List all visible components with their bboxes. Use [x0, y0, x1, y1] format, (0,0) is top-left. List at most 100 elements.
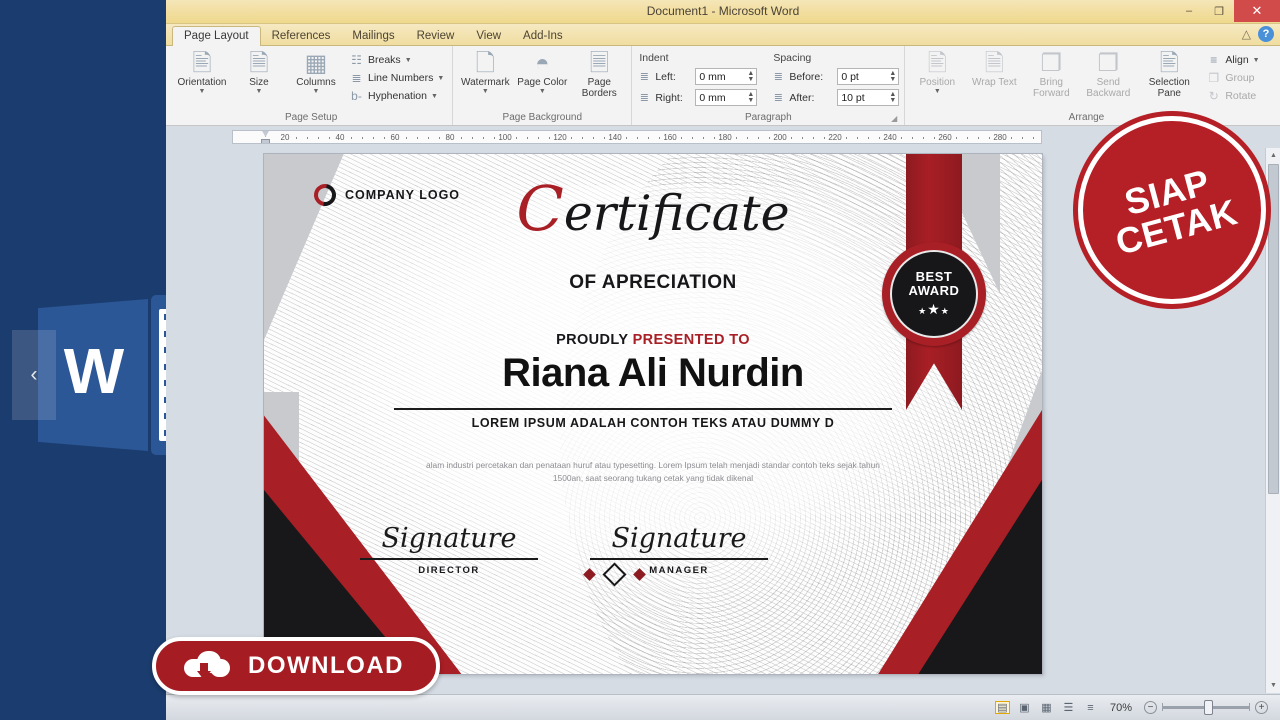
size-button[interactable]: 🗎 Size ▼	[232, 48, 286, 96]
outline-view-icon[interactable]: ☰	[1061, 701, 1076, 714]
rotate-button[interactable]: ↻ Rotate	[1203, 88, 1262, 104]
send-backward-label: Send Backward	[1086, 77, 1131, 99]
position-button[interactable]: 🖹 Position ▼	[910, 48, 964, 96]
ruler-minor-tick	[538, 137, 539, 139]
ruler-tick: 180	[718, 133, 732, 142]
ruler-minor-tick	[472, 137, 473, 139]
columns-button[interactable]: ▦ Columns ▼	[289, 48, 343, 96]
spacing-before-row: ≣ Before: 0 pt ▲ ▼	[771, 68, 900, 85]
size-icon: 🗎	[249, 50, 269, 77]
help-icon[interactable]: ?	[1258, 26, 1274, 42]
ruler-minor-tick	[604, 137, 605, 139]
page-borders-icon: 🗏	[589, 50, 609, 77]
minimize-button[interactable]: –	[1174, 0, 1204, 22]
draft-view-icon[interactable]: ≡	[1083, 701, 1098, 714]
scroll-up-icon[interactable]: ▲	[1266, 148, 1280, 163]
chevron-down-icon: ▼	[933, 88, 941, 95]
zoom-in-button[interactable]: +	[1255, 701, 1268, 714]
orientation-button[interactable]: 🖹 Orientation ▼	[175, 48, 229, 96]
chevron-left-icon: ‹	[30, 363, 38, 386]
align-button[interactable]: ≡ Align ▼	[1203, 52, 1262, 68]
spacing-before-input[interactable]: 0 pt ▲ ▼	[837, 68, 900, 85]
tab-mailings[interactable]: Mailings	[341, 27, 405, 46]
certificate-subtitle: OF APRECIATION	[569, 272, 737, 293]
indent-marker-bottom-icon[interactable]	[261, 139, 270, 143]
zoom-level-label[interactable]: 70%	[1110, 702, 1132, 714]
web-layout-view-icon[interactable]: ▦	[1039, 701, 1054, 714]
chevron-down-icon: ▼	[404, 56, 412, 64]
page-borders-button[interactable]: 🗏 Page Borders	[572, 48, 626, 100]
indent-left-input[interactable]: 0 mm ▲ ▼	[695, 68, 758, 85]
zoom-out-button[interactable]: −	[1144, 701, 1157, 714]
ruler-minor-tick	[1033, 137, 1034, 139]
spinner-arrows-icon[interactable]: ▲ ▼	[889, 69, 896, 84]
tab-add-ins[interactable]: Add-Ins	[512, 27, 574, 46]
horizontal-ruler[interactable]: 20 40 60 80 100 120 140 160 180 200 220 240 260 280	[232, 130, 1042, 144]
spinner-arrows-icon[interactable]: ▲ ▼	[747, 69, 754, 84]
tab-review[interactable]: Review	[406, 27, 466, 46]
restore-button[interactable]: ❐	[1204, 0, 1234, 22]
page-color-label: Page Color	[517, 77, 568, 88]
group-icon: ❐	[1208, 71, 1220, 85]
ribbon-group-page-background: 🗋 Watermark ▼ ◓ Page Color ▼ 🗏 Page Bord…	[453, 46, 633, 125]
hyphenation-button[interactable]: b‐ Hyphenation ▼	[346, 88, 447, 104]
ruler-tick: 20	[280, 133, 290, 142]
zoom-thumb[interactable]	[1204, 700, 1213, 715]
print-layout-view-icon[interactable]: ▤	[994, 701, 1010, 714]
document-page[interactable]: BEST AWARD ★★★ COMPANY LOGO Certificate …	[264, 154, 1042, 674]
tab-references[interactable]: References	[261, 27, 342, 46]
breaks-button[interactable]: ☷ Breaks ▼	[346, 52, 447, 68]
window-controls: – ❐ ✕	[1174, 0, 1280, 24]
signature-role-director: DIRECTOR	[418, 564, 480, 576]
line-numbers-button[interactable]: ≣ Line Numbers ▼	[346, 70, 447, 86]
spinner-arrows-icon[interactable]: ▲ ▼	[889, 90, 896, 105]
ruler-minor-tick	[736, 137, 737, 139]
spacing-header: Spacing	[773, 52, 812, 64]
scroll-down-icon[interactable]: ▼	[1266, 678, 1280, 693]
zoom-track[interactable]	[1162, 700, 1250, 715]
bring-forward-icon: ❐	[1040, 50, 1063, 77]
chevron-down-icon: ▼	[1252, 56, 1260, 64]
nav-previous-button[interactable]: ‹	[12, 330, 56, 420]
scrollbar-thumb[interactable]	[1268, 164, 1279, 494]
ruler-tick: 220	[828, 133, 842, 142]
indent-marker-top-icon[interactable]	[261, 131, 270, 137]
close-icon: ✕	[1251, 3, 1263, 18]
vertical-scrollbar[interactable]: ▲ ▼	[1265, 148, 1280, 693]
watermark-button[interactable]: 🗋 Watermark ▼	[458, 48, 512, 96]
selection-pane-icon: 🖹	[1159, 50, 1179, 77]
ruler-minor-tick	[351, 137, 352, 139]
page-color-icon: ◓	[535, 50, 550, 77]
zoom-slider[interactable]: − +	[1144, 700, 1268, 715]
download-button[interactable]: DOWNLOAD	[152, 637, 440, 695]
ruler-tick: 260	[938, 133, 952, 142]
wrap-text-button[interactable]: 🗎 Wrap Text	[967, 48, 1021, 89]
breaks-icon: ☷	[351, 53, 362, 67]
selection-pane-button[interactable]: 🖹 Selection Pane	[1138, 48, 1200, 100]
spinner-arrows-icon[interactable]: ▲ ▼	[747, 90, 754, 105]
position-icon: 🖹	[927, 50, 947, 77]
close-button[interactable]: ✕	[1234, 0, 1280, 22]
full-screen-reading-view-icon[interactable]: ▣	[1017, 701, 1032, 714]
diamond-small-left-icon	[582, 568, 596, 581]
spacing-before-icon: ≣	[773, 71, 783, 83]
dialog-launcher-icon[interactable]: ◢	[891, 114, 897, 123]
page-color-button[interactable]: ◓ Page Color ▼	[515, 48, 569, 96]
indent-right-input[interactable]: 0 mm ▲ ▼	[695, 89, 758, 106]
spacing-after-input[interactable]: 10 pt ▲ ▼	[837, 89, 900, 106]
ruler-minor-tick	[769, 137, 770, 139]
spacing-after-value: 10 pt	[841, 91, 865, 104]
ruler-minor-tick	[868, 137, 869, 139]
tab-view[interactable]: View	[465, 27, 512, 46]
selection-pane-label: Selection Pane	[1148, 77, 1190, 99]
send-backward-icon: ❐	[1097, 50, 1120, 77]
chevron-down-icon: ▼	[437, 74, 445, 82]
ribbon-collapse-icon[interactable]: △	[1242, 27, 1251, 41]
send-backward-button[interactable]: ❐ Send Backward	[1081, 48, 1135, 100]
group-button[interactable]: ❐ Group	[1203, 70, 1262, 86]
ruler-minor-tick	[758, 137, 759, 139]
tab-page-layout[interactable]: Page Layout	[172, 26, 261, 46]
ruler-minor-tick	[417, 137, 418, 139]
ribbon-corner-icons: △ ?	[1242, 26, 1274, 42]
bring-forward-button[interactable]: ❐ Bring Forward	[1024, 48, 1078, 100]
